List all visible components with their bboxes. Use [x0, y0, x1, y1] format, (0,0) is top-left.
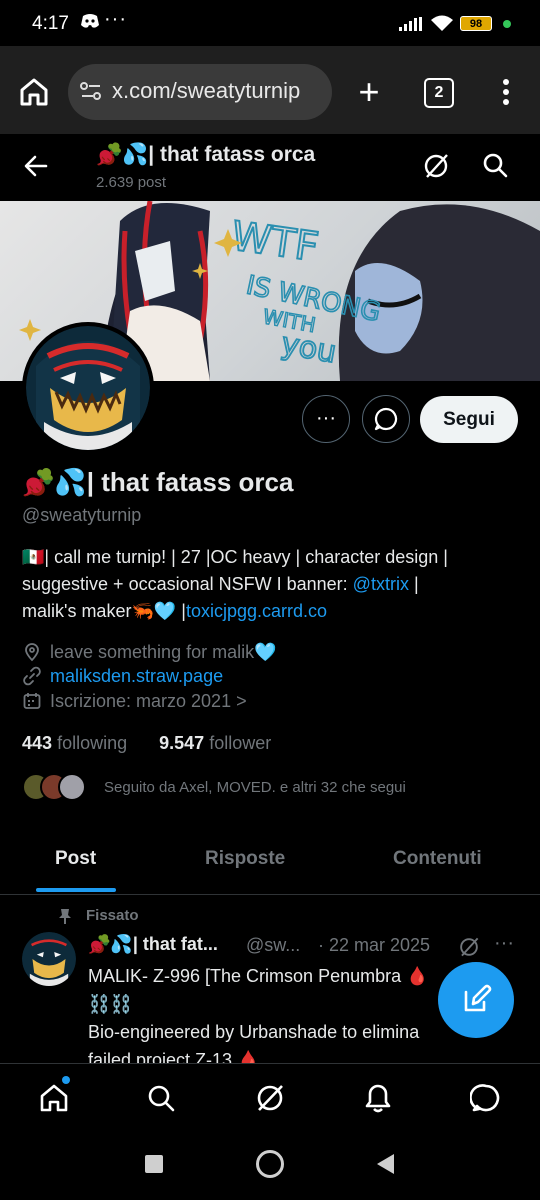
location-row: leave something for malik🩵 [22, 642, 277, 663]
discord-notification-icon [80, 12, 100, 35]
tweet-more-button[interactable]: ··· [494, 932, 514, 955]
follow-stats: 443 following 9.547 follower [22, 733, 271, 754]
profile-handle: @sweatyturnip [22, 505, 142, 525]
profile-bio: 🇲🇽| call me turnip! | 27 |OC heavy | cha… [22, 544, 518, 625]
following-count[interactable]: 443 [22, 733, 52, 753]
tab-switcher-button[interactable]: 2 [424, 78, 454, 108]
link-icon [23, 666, 41, 686]
tweet-line-2: ⛓️⛓️ [88, 994, 133, 1014]
wifi-icon [431, 15, 453, 31]
tweet-author-avatar[interactable] [22, 932, 76, 986]
tweet-date[interactable]: · 22 mar 2025 [318, 935, 430, 956]
grok-icon[interactable] [422, 152, 450, 180]
joined-text: Iscrizione: marzo 2021 [50, 691, 232, 711]
site-settings-icon[interactable] [78, 78, 104, 104]
header-posts-count: 2.639 post [96, 174, 167, 191]
website-row[interactable]: maliksden.straw.page [22, 666, 223, 687]
grok-icon[interactable] [458, 936, 480, 958]
status-time: 4:17 [32, 13, 69, 34]
notifications-bell-icon[interactable] [362, 1082, 394, 1114]
follower-label[interactable]: follower [209, 733, 271, 753]
profile-avatar[interactable] [22, 322, 154, 454]
tweet-author-name[interactable]: 🫜💦| that fat... [88, 934, 218, 955]
grok-nav-icon[interactable] [254, 1082, 286, 1114]
follower-count[interactable]: 9.547 [159, 733, 204, 753]
profile-display-name: 🫜💦| that fatass orca [22, 467, 294, 497]
back-arrow-icon[interactable] [22, 152, 50, 180]
header-display-name: 🫜💦| that fatass orca [96, 143, 316, 166]
website-link[interactable]: maliksden.straw.page [50, 666, 223, 686]
chat-icon [374, 407, 398, 431]
svg-text:WTF: WTF [229, 213, 322, 271]
calendar-icon [23, 693, 41, 709]
follower-avatar[interactable] [58, 773, 86, 801]
compose-button[interactable] [438, 962, 514, 1038]
bio-mention-link[interactable]: @txtrix [353, 574, 409, 594]
explore-search-icon[interactable] [145, 1082, 177, 1114]
browser-home-icon[interactable] [18, 76, 50, 108]
svg-text:you: you [279, 326, 339, 370]
following-label[interactable]: following [57, 733, 127, 753]
url-text[interactable]: x.com/sweatyturnip [112, 78, 300, 104]
bio-line-1: 🇲🇽| call me turnip! | 27 |OC heavy | cha… [22, 547, 448, 567]
recent-apps-button[interactable] [145, 1155, 163, 1173]
tab-post[interactable]: Post [55, 848, 96, 870]
tab-contenuti[interactable]: Contenuti [393, 848, 482, 870]
bio-website-link[interactable]: toxicjpgg.carrd.co [186, 601, 327, 621]
tab-risposte[interactable]: Risposte [205, 848, 285, 870]
compose-icon [464, 984, 492, 1012]
home-notification-dot [62, 1076, 70, 1084]
tweet-line-1: MALIK- Z-996 [The Crimson Penumbra 🩸 [88, 966, 429, 986]
location-pin-icon [25, 643, 39, 662]
location-text: leave something for malik🩵 [50, 642, 277, 662]
active-tab-indicator [36, 888, 116, 892]
pin-icon [59, 909, 71, 924]
pinned-label: Fissato [86, 907, 139, 924]
messages-icon[interactable] [470, 1082, 502, 1114]
status-bar: 4:17 ··· 98 [0, 0, 540, 46]
browser-menu-icon[interactable] [494, 76, 518, 108]
more-options-button[interactable]: ··· [302, 395, 350, 443]
signal-icon [399, 17, 422, 31]
tabs-divider [0, 894, 540, 895]
tweet-line-3: Bio-engineered by Urbanshade to elimina [88, 1022, 420, 1042]
tweet-author-handle[interactable]: @sw... [246, 935, 300, 956]
followed-by-text[interactable]: Seguito da Axel, MOVED. e altri 32 che s… [104, 779, 406, 796]
system-back-button[interactable] [374, 1152, 396, 1176]
bio-line-2: suggestive + occasional NSFW I banner: [22, 574, 353, 594]
message-button[interactable] [362, 395, 410, 443]
battery-indicator: 98 [460, 16, 492, 31]
search-icon[interactable] [482, 152, 508, 178]
system-home-button[interactable] [256, 1150, 284, 1178]
status-more-dots: ··· [104, 8, 127, 30]
bio-line-3: malik's maker🦐🩵 | [22, 601, 186, 621]
new-tab-button[interactable]: + [352, 72, 386, 112]
privacy-indicator-dot [503, 20, 511, 28]
chevron-right-icon: > [236, 691, 247, 711]
joined-row[interactable]: Iscrizione: marzo 2021 > [22, 691, 247, 712]
bio-line-2-end: | [408, 574, 419, 594]
home-icon[interactable] [38, 1082, 70, 1114]
follow-button[interactable]: Segui [420, 396, 518, 443]
